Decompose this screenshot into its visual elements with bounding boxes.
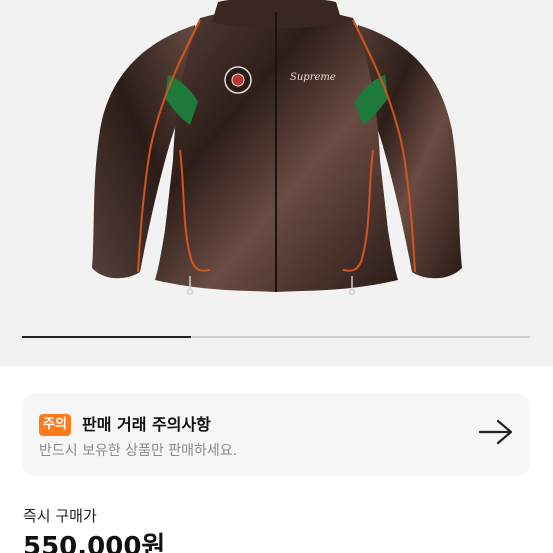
product-image-carousel[interactable]: Supreme <box>0 0 553 366</box>
instant-buy-price-label: 즉시 구매가 <box>23 507 97 525</box>
notice-title: 판매 거래 주의사항 <box>82 415 211 434</box>
arrow-right-icon[interactable] <box>476 417 516 447</box>
caution-badge: 주의 <box>39 414 71 436</box>
carousel-progress-track <box>22 336 530 338</box>
jacket-logo: Supreme <box>290 72 336 83</box>
carousel-progress-fill <box>22 336 192 338</box>
sale-caution-notice[interactable]: 주의 판매 거래 주의사항 반드시 보유한 상품만 판매하세요. <box>22 394 530 476</box>
product-image <box>92 0 462 296</box>
instant-buy-price: 550,000원 <box>23 532 166 553</box>
notice-subtitle: 반드시 보유한 상품만 판매하세요. <box>39 443 238 459</box>
